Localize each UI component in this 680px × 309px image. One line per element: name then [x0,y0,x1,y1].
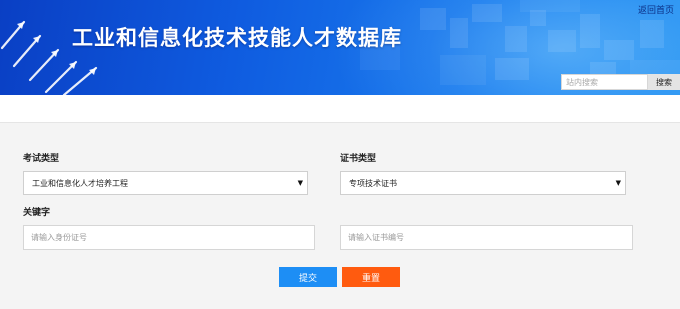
search-button[interactable]: 搜索 [648,74,680,90]
site-search-input[interactable] [561,74,648,90]
id-number-placeholder: 请输入身份证号 [31,233,87,242]
cert-type-value: 专项技术证书 [349,178,397,188]
reset-button[interactable]: 重置 [342,267,400,287]
keyword-label: 关键字 [23,208,51,218]
cert-type-select[interactable]: 专项技术证书 ▼ [340,171,626,195]
cert-number-placeholder: 请输入证书编号 [348,233,404,242]
dropdown-arrow-icon: ▼ [615,179,621,187]
dropdown-arrow-icon: ▼ [297,179,303,187]
home-link[interactable]: 返回首页 [638,3,674,16]
exam-type-select[interactable]: 工业和信息化人才培养工程 ▼ [23,171,308,195]
id-number-input[interactable]: 请输入身份证号 [23,225,315,250]
site-title: 工业和信息化技术技能人才数据库 [72,26,402,50]
header-banner: 返回首页 工业和信息化技术技能人才数据库 搜索 [0,0,680,95]
cert-number-input[interactable]: 请输入证书编号 [340,225,633,250]
cert-type-label: 证书类型 [340,154,377,164]
submit-button[interactable]: 提交 [279,267,337,287]
site-search: 搜索 [561,74,680,90]
exam-type-label: 考试类型 [23,154,60,164]
exam-type-value: 工业和信息化人才培养工程 [32,178,128,188]
